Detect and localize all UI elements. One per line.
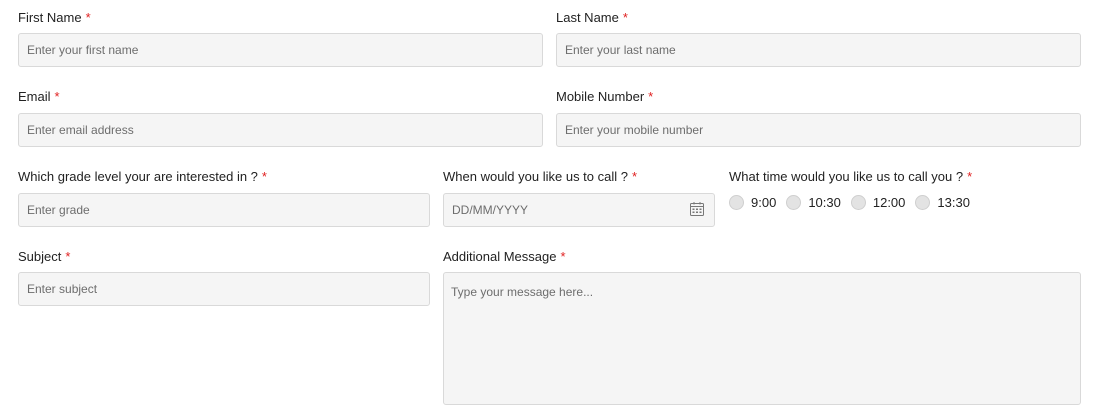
first-name-label: First Name * bbox=[18, 10, 91, 26]
subject-input[interactable] bbox=[18, 272, 430, 306]
required-marker: * bbox=[648, 89, 654, 104]
required-marker: * bbox=[261, 169, 267, 184]
grade-label-text: Which grade level your are interested in… bbox=[18, 169, 258, 184]
last-name-label-text: Last Name bbox=[556, 10, 619, 25]
call-time-label: What time would you like us to call you … bbox=[729, 169, 972, 185]
required-marker: * bbox=[65, 249, 71, 264]
required-marker: * bbox=[967, 169, 973, 184]
required-marker: * bbox=[85, 10, 91, 25]
call-time-option-0900[interactable]: 9:00 bbox=[729, 195, 776, 210]
call-time-option-1200[interactable]: 12:00 bbox=[850, 195, 906, 210]
email-label: Email * bbox=[18, 89, 60, 105]
last-name-input[interactable] bbox=[556, 33, 1081, 67]
radio-label: 12:00 bbox=[872, 195, 906, 210]
grade-label: Which grade level your are interested in… bbox=[18, 169, 267, 185]
grade-input[interactable] bbox=[18, 193, 430, 227]
mobile-number-input[interactable] bbox=[556, 113, 1081, 147]
message-textarea[interactable] bbox=[443, 272, 1081, 405]
radio-button[interactable] bbox=[850, 195, 866, 210]
mobile-number-label: Mobile Number * bbox=[556, 89, 653, 105]
radio-button[interactable] bbox=[729, 195, 744, 210]
radio-label: 9:00 bbox=[751, 195, 777, 210]
first-name-input[interactable] bbox=[18, 33, 543, 67]
call-time-label-text: What time would you like us to call you … bbox=[729, 169, 964, 184]
required-marker: * bbox=[622, 10, 628, 25]
call-time-radio-group: 9:00 10:30 12:00 13:30 bbox=[729, 195, 980, 210]
subject-label-text: Subject bbox=[18, 249, 62, 264]
radio-label: 13:30 bbox=[937, 195, 970, 210]
calendar-icon[interactable] bbox=[689, 201, 705, 217]
call-date-label: When would you like us to call ? * bbox=[443, 169, 637, 185]
radio-button[interactable] bbox=[915, 195, 931, 210]
mobile-number-label-text: Mobile Number bbox=[556, 89, 645, 104]
required-marker: * bbox=[631, 169, 638, 184]
call-time-option-1030[interactable]: 10:30 bbox=[786, 195, 841, 210]
message-label-text: Additional Message bbox=[443, 249, 557, 264]
subject-label: Subject * bbox=[18, 249, 70, 265]
call-time-option-1330[interactable]: 13:30 bbox=[915, 195, 970, 210]
radio-button[interactable] bbox=[786, 195, 802, 210]
required-marker: * bbox=[54, 89, 60, 104]
email-input[interactable] bbox=[18, 113, 543, 147]
message-label: Additional Message * bbox=[443, 249, 566, 265]
last-name-label: Last Name * bbox=[556, 10, 628, 26]
call-date-field bbox=[443, 193, 715, 227]
first-name-label-text: First Name bbox=[18, 10, 82, 25]
required-marker: * bbox=[560, 249, 566, 264]
call-date-input[interactable] bbox=[443, 193, 715, 227]
radio-label: 10:30 bbox=[808, 195, 841, 210]
email-label-text: Email bbox=[18, 89, 51, 104]
call-date-label-text: When would you like us to call ? bbox=[443, 169, 628, 184]
